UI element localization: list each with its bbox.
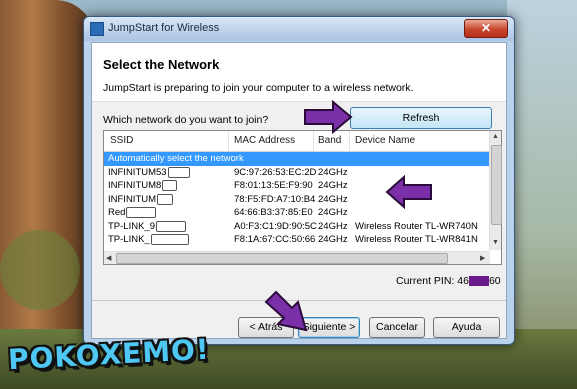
current-pin: Current PIN: 46 60 — [396, 275, 501, 287]
background-moss — [0, 230, 80, 310]
dialog-header: Select the Network JumpStart is preparin… — [92, 43, 506, 102]
column-divider[interactable] — [228, 131, 229, 151]
redaction-box — [167, 166, 190, 178]
title-bar[interactable]: JumpStart for Wireless ✕ — [84, 17, 514, 41]
pin-label: Current PIN: 46 — [396, 275, 469, 287]
ssid-cell: Red — [108, 207, 126, 219]
horizontal-scrollbar[interactable]: ◀ ▶ — [104, 251, 490, 264]
column-header-mac[interactable]: MAC Address — [234, 135, 295, 146]
annotation-arrow-down-right-icon — [264, 290, 308, 332]
list-item[interactable]: TP-LINK_ F8:1A:67:CC:50:66 24GHz Wireles… — [104, 233, 490, 247]
band-cell: 24GHz — [318, 180, 348, 191]
band-cell: 24GHz — [318, 220, 348, 232]
device-cell: Wireless Router TL-WR740N — [355, 220, 478, 232]
ssid-cell: Automatically select the network — [108, 153, 244, 164]
column-header-device[interactable]: Device Name — [355, 135, 415, 146]
mac-cell: A0:F3:C1:9D:90:5C — [234, 220, 317, 232]
window-title: JumpStart for Wireless — [108, 22, 220, 34]
redaction-box — [156, 220, 186, 232]
help-button[interactable]: Ayuda — [433, 317, 500, 338]
band-cell: 24GHz — [318, 166, 348, 178]
network-question-label: Which network do you want to join? — [103, 114, 269, 126]
ssid-cell: TP-LINK_9 — [108, 220, 155, 232]
app-icon — [90, 22, 104, 36]
column-divider[interactable] — [313, 131, 314, 151]
band-cell: 24GHz — [318, 193, 348, 205]
ssid-cell: INFINITUM8 — [108, 180, 162, 192]
mac-cell: 9C:97:26:53:EC:2D — [234, 166, 317, 178]
redaction-box — [150, 234, 189, 245]
network-list[interactable]: SSID MAC Address Band Device Name Automa… — [103, 130, 502, 265]
list-column-headers: SSID MAC Address Band Device Name — [104, 131, 490, 152]
ssid-cell: INFINITUM53 — [108, 166, 167, 178]
redaction-box — [162, 180, 178, 191]
column-header-band[interactable]: Band — [318, 135, 341, 146]
refresh-button[interactable]: Refresh — [350, 107, 492, 129]
vertical-scrollbar[interactable]: ▲ ▼ — [489, 131, 502, 250]
horizontal-scroll-thumb[interactable] — [116, 253, 448, 264]
scroll-down-icon[interactable]: ▼ — [492, 239, 499, 246]
list-item[interactable]: TP-LINK_9 A0:F3:C1:9D:90:5C 24GHz Wirele… — [104, 220, 490, 234]
redaction-box — [126, 207, 157, 218]
scroll-up-icon[interactable]: ▲ — [492, 133, 499, 140]
mac-cell: F8:01:13:5E:F9:90 — [234, 180, 313, 191]
cancel-button[interactable]: Cancelar — [369, 317, 425, 338]
close-button[interactable]: ✕ — [464, 19, 508, 38]
pin-suffix: 60 — [488, 275, 501, 287]
device-cell: Wireless Router TL-WR841N — [355, 234, 478, 245]
ssid-cell: TP-LINK_ — [108, 234, 150, 246]
ssid-cell: INFINITUM — [108, 193, 157, 205]
pin-redaction — [468, 276, 489, 287]
band-cell: 24GHz — [318, 207, 348, 218]
column-divider[interactable] — [349, 131, 350, 151]
mac-cell: F8:1A:67:CC:50:66 — [234, 234, 316, 245]
page-subtitle: JumpStart is preparing to join your comp… — [103, 82, 414, 94]
column-header-ssid[interactable]: SSID — [110, 135, 133, 146]
annotation-arrow-right-icon — [304, 100, 353, 134]
band-cell: 24GHz — [318, 234, 348, 245]
annotation-arrow-left-icon — [385, 175, 432, 209]
list-item[interactable]: Automatically select the network — [104, 152, 490, 166]
mac-cell: 64:66:B3:37:85:E0 — [234, 207, 313, 218]
mac-cell: 78:F5:FD:A7:10:B4 — [234, 193, 316, 205]
page-title: Select the Network — [103, 57, 220, 72]
scroll-right-icon[interactable]: ▶ — [480, 254, 485, 262]
vertical-scroll-thumb[interactable] — [491, 145, 502, 225]
scroll-left-icon[interactable]: ◀ — [106, 254, 111, 262]
redaction-box — [157, 193, 174, 205]
